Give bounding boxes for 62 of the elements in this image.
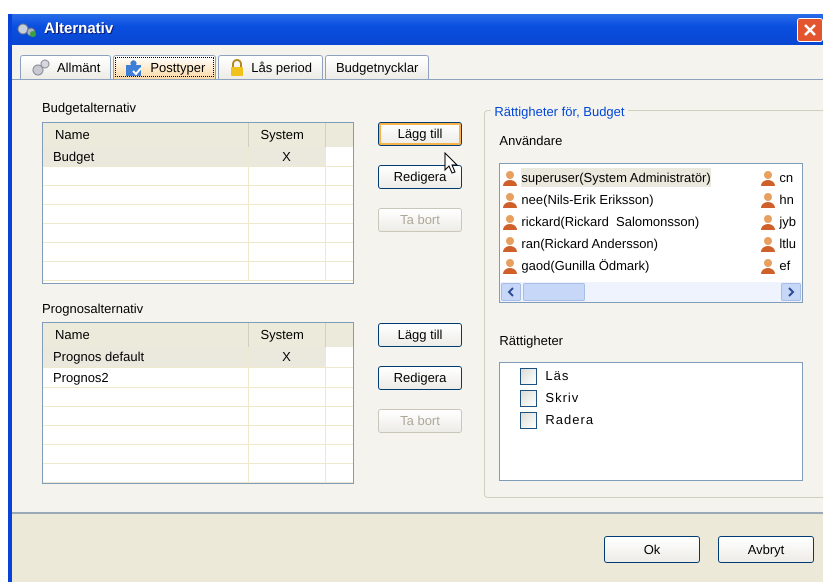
- user-item[interactable]: jyb: [779, 212, 796, 232]
- checkbox[interactable]: [520, 390, 538, 406]
- users-label: Användare: [499, 132, 564, 150]
- checkbox[interactable]: [520, 412, 538, 428]
- user-item[interactable]: hn: [779, 190, 794, 210]
- scroll-left-button[interactable]: [501, 282, 522, 300]
- table-cell: X: [248, 347, 325, 367]
- checkbox-label: Läs: [545, 367, 570, 386]
- gears-icon: [31, 59, 51, 78]
- person-icon: [760, 258, 776, 274]
- user-item[interactable]: ef: [779, 256, 790, 276]
- user-item[interactable]: gaod(Gunilla Ödmark): [521, 256, 650, 276]
- dialog-button[interactable]: Avbryt: [718, 536, 814, 563]
- section-label: Prognosalternativ: [42, 300, 144, 318]
- checkbox-label: Radera: [545, 411, 594, 430]
- close-icon: [803, 22, 817, 36]
- horizontal-scrollbar[interactable]: [500, 282, 802, 302]
- action-button[interactable]: Redigera: [378, 165, 462, 189]
- table-cell[interactable]: Prognos2: [43, 367, 248, 388]
- person-icon: [502, 214, 518, 230]
- column-header: System: [248, 122, 325, 146]
- scroll-right-button[interactable]: [781, 282, 802, 300]
- window-title: Alternativ: [44, 19, 114, 40]
- user-item[interactable]: superuser(System Administratör): [521, 168, 711, 188]
- action-button[interactable]: Lägg till: [378, 322, 462, 346]
- tab[interactable]: Budgetnycklar: [325, 55, 430, 79]
- gears-icon: [16, 22, 38, 38]
- user-item[interactable]: rickard(Rickard Salomonsson): [521, 212, 700, 232]
- table-cell[interactable]: Budget: [43, 146, 248, 166]
- rights-label: Rättigheter: [499, 332, 564, 350]
- close-button[interactable]: [797, 18, 823, 42]
- column-header: System: [248, 323, 325, 347]
- person-icon: [760, 170, 776, 186]
- lock-icon: [229, 59, 246, 78]
- dialog-button[interactable]: Ok: [604, 536, 700, 563]
- user-item[interactable]: cn: [779, 168, 794, 188]
- table-cell: X: [248, 146, 325, 166]
- person-icon: [502, 192, 518, 208]
- user-item[interactable]: nee(Nils-Erik Eriksson): [521, 190, 654, 210]
- puzzle-icon: [124, 59, 144, 78]
- action-button[interactable]: Redigera: [378, 366, 462, 390]
- chevron-right-icon: [787, 286, 796, 296]
- user-item[interactable]: ltlu: [779, 234, 796, 254]
- person-icon: [502, 170, 518, 186]
- column-header: Name: [43, 323, 248, 347]
- tab[interactable]: Posttyper: [113, 55, 216, 79]
- scroll-thumb[interactable]: [523, 282, 586, 300]
- person-icon: [760, 214, 776, 230]
- table-cell[interactable]: Prognos default: [43, 347, 248, 367]
- tab[interactable]: Lås period: [218, 55, 323, 79]
- action-button[interactable]: Lägg till: [378, 122, 462, 146]
- column-header: Name: [43, 122, 248, 146]
- chevron-left-icon: [507, 286, 516, 296]
- section-label: Budgetalternativ: [42, 99, 137, 117]
- person-icon: [760, 192, 776, 208]
- person-icon: [502, 258, 518, 274]
- user-item[interactable]: ran(Rickard Andersson): [521, 234, 658, 254]
- checkbox[interactable]: [520, 368, 538, 384]
- tab[interactable]: Allmänt: [20, 55, 112, 79]
- person-icon: [760, 236, 776, 252]
- person-icon: [502, 236, 518, 252]
- checkbox-label: Skriv: [545, 389, 580, 408]
